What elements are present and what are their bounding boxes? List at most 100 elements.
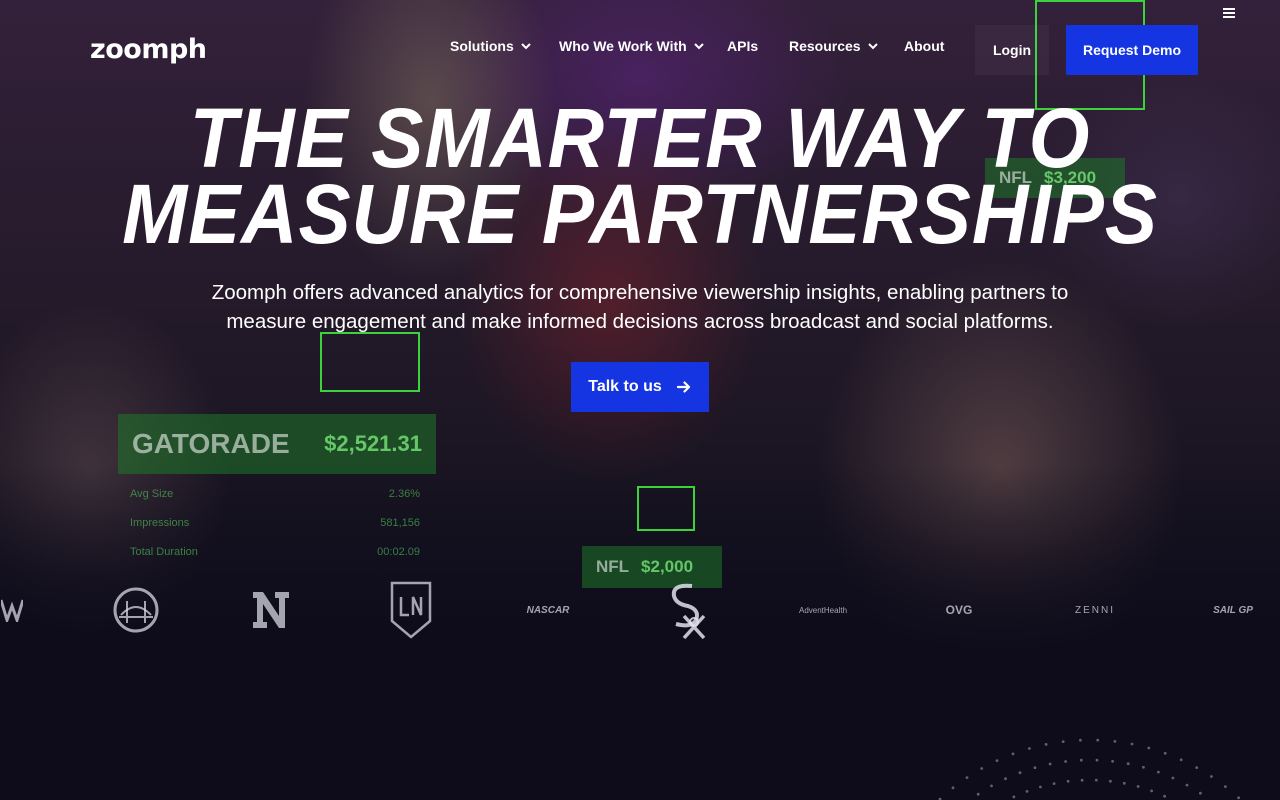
overlay-tag-amount: $2,521.31 — [324, 431, 422, 456]
decor-dot — [1126, 762, 1130, 766]
chevron-down-icon — [693, 43, 704, 50]
overlay-tag-name: GATORADE — [132, 428, 290, 459]
decor-dot — [1061, 740, 1065, 743]
decor-dot — [1044, 743, 1048, 746]
partial-logo — [0, 575, 24, 645]
lafc-logo — [386, 575, 436, 645]
decor-dot — [1079, 758, 1083, 762]
decor-dot — [1150, 789, 1153, 793]
partner-logos-strip: NASCAR AdventHealth OVG ZENNI SAIL GP — [0, 575, 1280, 645]
overlay-stat-value: 581,156 — [380, 517, 420, 529]
decor-dot — [980, 767, 984, 770]
decor-dot — [1094, 778, 1098, 782]
decor-dot — [995, 759, 999, 762]
overlay-stat-label: Impressions — [130, 517, 190, 529]
nav-item-label: Resources — [789, 38, 861, 54]
overlay-stat-value: 00:02.09 — [377, 546, 420, 558]
zenni-logo: ZENNI — [1068, 575, 1122, 645]
overlay-stat-label: Total Duration — [130, 546, 198, 558]
talk-to-us-button[interactable]: Talk to us — [571, 362, 709, 412]
decor-dot — [1079, 738, 1082, 742]
decor-dot — [1237, 796, 1240, 800]
decor-dot — [1185, 783, 1189, 787]
decor-dot — [1048, 762, 1052, 766]
decor-dot — [1224, 785, 1227, 788]
decor-dot — [1025, 790, 1029, 793]
overlay-tag-amount: $2,000 — [641, 557, 694, 576]
cta-label: Talk to us — [588, 378, 662, 395]
decor-dot — [1004, 777, 1007, 781]
nav-item-label: Solutions — [450, 38, 514, 54]
decor-dot — [1095, 758, 1099, 762]
decor-dot — [1096, 738, 1100, 742]
overlay-stat-value: 2.36% — [388, 488, 420, 500]
zenni-logo-text: ZENNI — [1075, 604, 1115, 616]
decor-dot — [1210, 775, 1213, 778]
nav-item-who-we-work-with[interactable]: Who We Work With — [559, 38, 705, 54]
decor-dot — [1080, 778, 1084, 782]
adventhealth-logo: AdventHealth — [795, 575, 851, 645]
login-button[interactable]: Login — [975, 25, 1049, 75]
overlay-stat-row: Avg Size 2.36% — [130, 488, 420, 500]
decor-dot — [1199, 791, 1202, 795]
sailgp-logo-text: SAIL GP — [1213, 604, 1253, 616]
overlay-tag-name: NFL — [596, 557, 630, 576]
nav-item-resources[interactable]: Resources — [789, 38, 879, 54]
decor-dot — [976, 792, 980, 796]
overlay-stat-row: Impressions 581,156 — [130, 517, 420, 529]
ovg-logo: OVG — [934, 575, 984, 645]
decor-dot — [1130, 742, 1134, 746]
white-sox-logo — [660, 575, 710, 645]
decor-dot — [1171, 776, 1175, 780]
decor-dot — [990, 784, 993, 788]
decor-dot — [1142, 765, 1145, 769]
request-demo-button[interactable]: Request Demo — [1066, 25, 1198, 75]
decor-dot — [1113, 740, 1117, 743]
hero-headline-line2: MEASURE PARTNERSHIPS — [122, 167, 1158, 261]
nebraska-logo — [248, 575, 294, 645]
decor-dot — [1033, 766, 1037, 770]
decor-dot — [1066, 779, 1070, 783]
adventhealth-logo-text: AdventHealth — [798, 605, 848, 615]
decor-dot — [1157, 770, 1160, 774]
nascar-logo-text: NASCAR — [526, 604, 570, 616]
decor-dot — [1163, 794, 1166, 798]
decor-dot — [965, 776, 969, 779]
overlay-tag-gatorade: GATORADE $2,521.31 — [118, 414, 436, 474]
nav-item-solutions[interactable]: Solutions — [450, 38, 532, 54]
chevron-down-icon — [521, 43, 531, 50]
decor-dot — [1039, 785, 1042, 789]
sailgp-logo: SAIL GP — [1206, 575, 1260, 645]
overlay-stat-row: Total Duration 00:02.09 — [130, 546, 420, 558]
decor-dot — [1018, 771, 1022, 775]
decor-dot — [1011, 752, 1015, 756]
nav-item-label: Who We Work With — [559, 38, 687, 54]
overlay-box-gatorade-logo — [320, 332, 420, 392]
nav-item-apis[interactable]: APIs — [727, 38, 758, 54]
hero-headline-line1: THE SMARTER WAY TO — [189, 91, 1091, 185]
decor-dot — [1195, 766, 1199, 769]
nav-item-label: About — [904, 38, 945, 54]
decor-dot — [951, 786, 955, 790]
decor-dot — [1052, 782, 1056, 785]
arrow-right-icon — [676, 381, 690, 393]
hamburger-icon[interactable] — [1223, 8, 1235, 18]
decor-dot — [1028, 747, 1031, 750]
chevron-down-icon — [867, 43, 878, 50]
decor-dot — [1109, 779, 1112, 783]
decor-dot — [1064, 760, 1067, 763]
decor-dot — [1111, 759, 1114, 763]
decor-dot — [1122, 781, 1126, 785]
golden-state-warriors-logo — [112, 575, 160, 645]
ovg-logo-text: OVG — [945, 603, 973, 617]
dotted-arc-decoration — [938, 738, 1240, 800]
zoomph-logo[interactable]: zoomph — [90, 34, 207, 65]
hero-headline: THE SMARTER WAY TO MEASURE PARTNERSHIPS — [45, 91, 1235, 261]
overlay-stat-label: Avg Size — [130, 488, 174, 500]
decor-dot — [1163, 751, 1167, 755]
nav-item-about[interactable]: About — [904, 38, 944, 54]
hero-subtitle: Zoomph offers advanced analytics for com… — [211, 281, 1069, 333]
nascar-logo: NASCAR — [520, 575, 576, 645]
overlay-box-nfl-logo — [637, 486, 695, 531]
decor-dot — [1136, 785, 1140, 788]
